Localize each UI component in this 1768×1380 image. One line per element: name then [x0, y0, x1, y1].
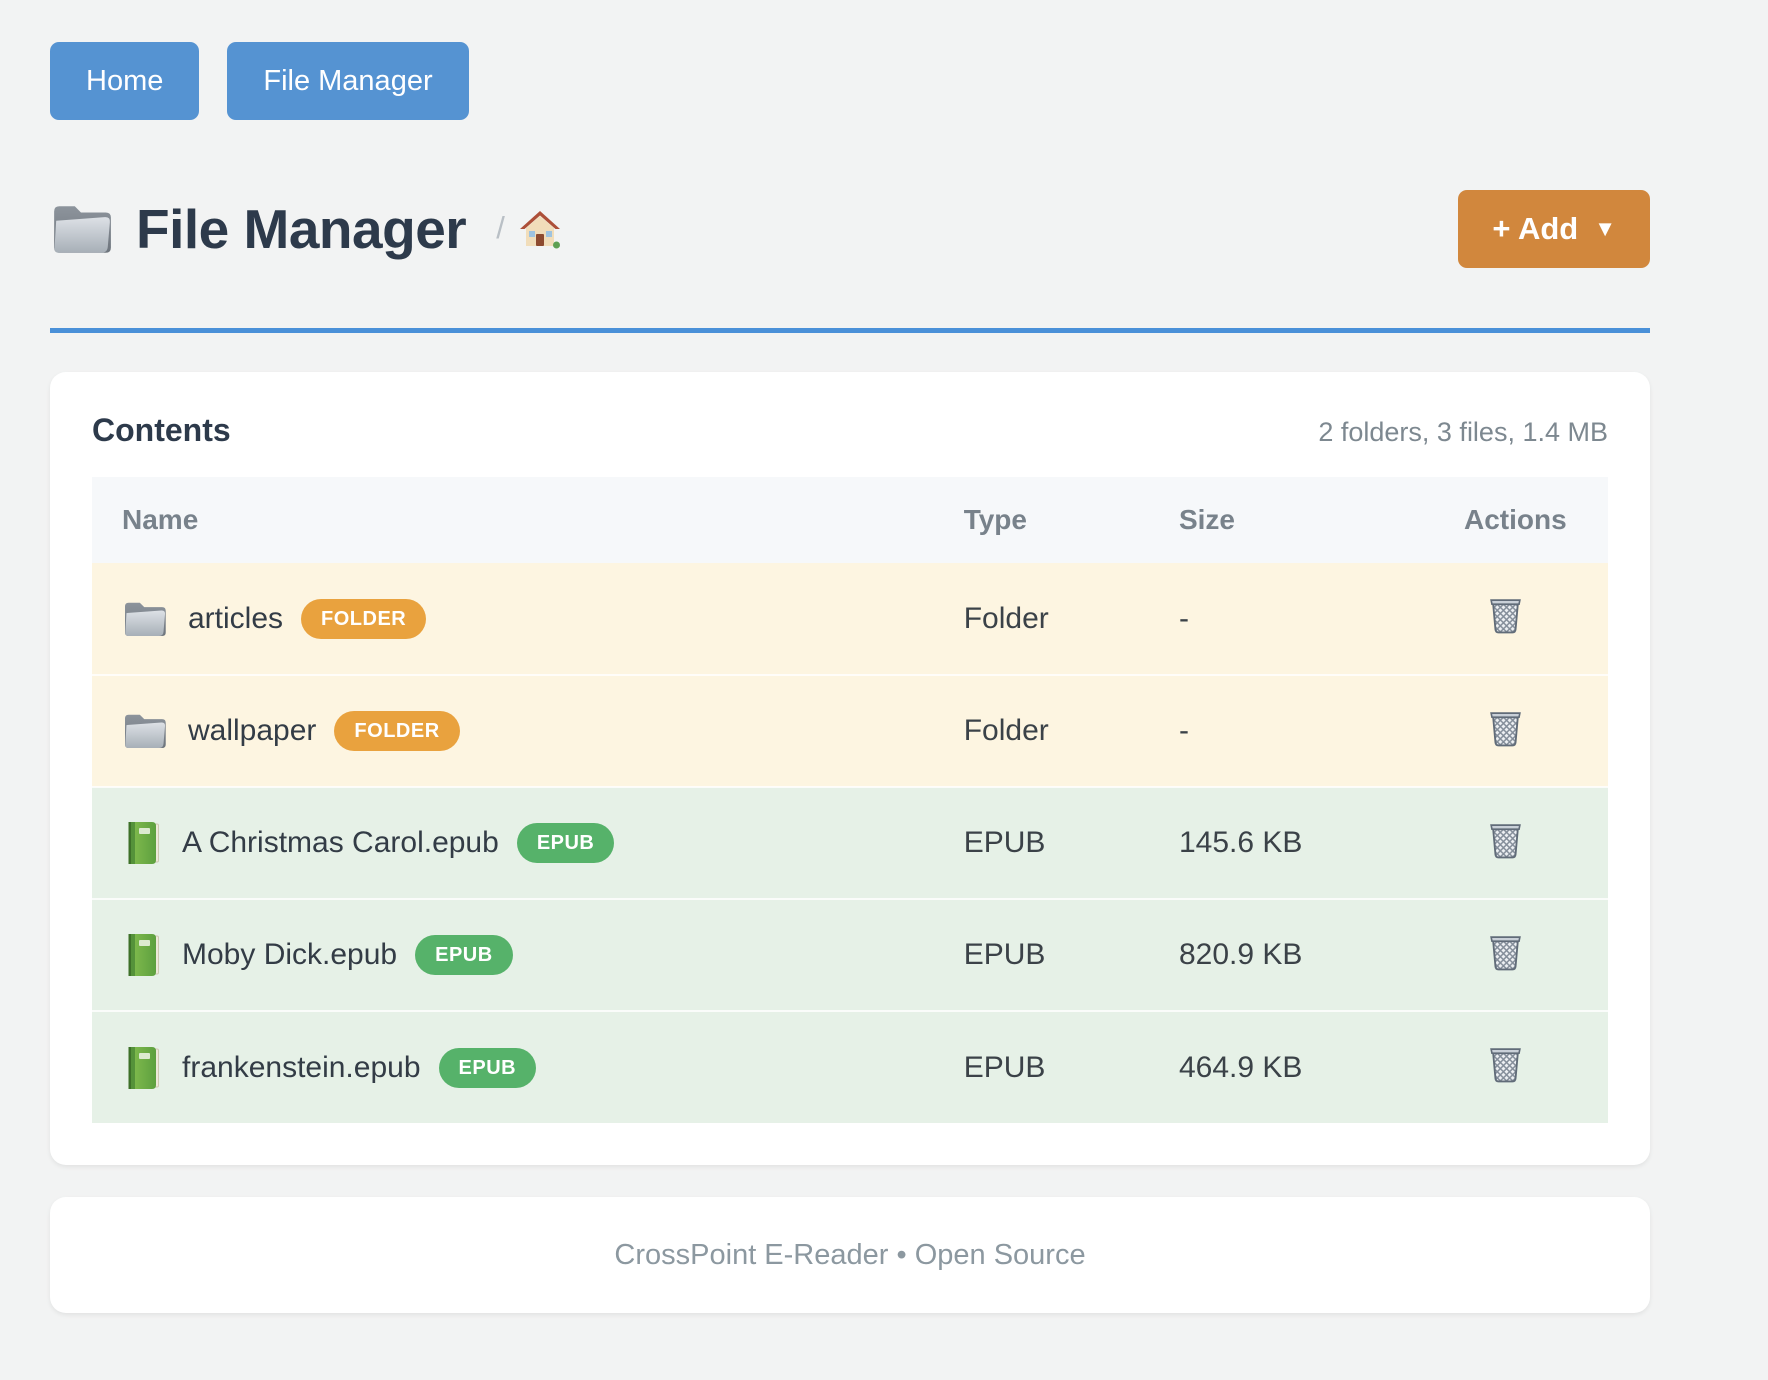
size-cell: 820.9 KB: [1179, 899, 1464, 1011]
type-cell: EPUB: [964, 899, 1179, 1011]
type-badge: EPUB: [415, 935, 513, 975]
type-badge: FOLDER: [301, 599, 426, 639]
table-row: frankenstein.epub EPUB EPUB 464.9 KB: [92, 1011, 1608, 1123]
column-header-name: Name: [92, 477, 964, 563]
card-head: Contents 2 folders, 3 files, 1.4 MB: [92, 412, 1608, 449]
type-badge: EPUB: [517, 823, 615, 863]
page-header: File Manager / + Add ▼: [50, 190, 1650, 268]
breadcrumb-home-link[interactable]: [519, 209, 561, 249]
wastebasket-icon: [1488, 932, 1523, 971]
column-header-size: Size: [1179, 477, 1464, 563]
table-row: wallpaper FOLDER Folder -: [92, 675, 1608, 787]
wastebasket-icon: [1488, 820, 1523, 859]
files-table: Name Type Size Actions articles FOLDER: [92, 477, 1608, 1123]
green-book-icon: [122, 1045, 162, 1091]
actions-cell: [1464, 675, 1608, 787]
size-cell: 464.9 KB: [1179, 1011, 1464, 1123]
folder-icon: [122, 711, 168, 751]
column-header-type: Type: [964, 477, 1179, 563]
delete-button[interactable]: [1464, 708, 1523, 747]
table-row: A Christmas Carol.epub EPUB EPUB 145.6 K…: [92, 787, 1608, 899]
footer: CrossPoint E-Reader • Open Source: [50, 1197, 1650, 1313]
type-cell: EPUB: [964, 787, 1179, 899]
file-name-link[interactable]: Moby Dick.epub: [182, 938, 397, 972]
type-cell: EPUB: [964, 1011, 1179, 1123]
header-rule: [50, 328, 1650, 333]
delete-button[interactable]: [1464, 1044, 1523, 1083]
type-badge: EPUB: [439, 1048, 537, 1088]
green-book-icon: [122, 932, 162, 978]
page-container: Home File Manager File Manager /: [50, 0, 1650, 1313]
delete-button[interactable]: [1464, 595, 1523, 634]
name-cell: A Christmas Carol.epub EPUB: [92, 787, 964, 899]
actions-cell: [1464, 563, 1608, 675]
file-name-link[interactable]: articles: [188, 602, 283, 636]
add-button[interactable]: + Add ▼: [1458, 190, 1650, 268]
actions-cell: [1464, 787, 1608, 899]
table-row: articles FOLDER Folder -: [92, 563, 1608, 675]
wastebasket-icon: [1488, 1044, 1523, 1083]
caret-down-icon: ▼: [1594, 218, 1616, 240]
size-cell: -: [1179, 675, 1464, 787]
actions-cell: [1464, 1011, 1608, 1123]
table-header-row: Name Type Size Actions: [92, 477, 1608, 563]
folder-icon: [50, 201, 114, 257]
wastebasket-icon: [1488, 708, 1523, 747]
file-name-link[interactable]: wallpaper: [188, 714, 316, 748]
type-badge: FOLDER: [334, 711, 459, 751]
size-cell: 145.6 KB: [1179, 787, 1464, 899]
delete-button[interactable]: [1464, 932, 1523, 971]
nav-file-manager-button[interactable]: File Manager: [227, 42, 468, 120]
contents-heading: Contents: [92, 412, 231, 449]
type-cell: Folder: [964, 675, 1179, 787]
breadcrumb-separator: /: [496, 212, 505, 249]
file-name-link[interactable]: A Christmas Carol.epub: [182, 826, 499, 860]
contents-summary: 2 folders, 3 files, 1.4 MB: [1318, 417, 1608, 448]
name-cell: frankenstein.epub EPUB: [92, 1011, 964, 1123]
size-cell: -: [1179, 563, 1464, 675]
file-name-link[interactable]: frankenstein.epub: [182, 1051, 421, 1085]
folder-icon: [122, 599, 168, 639]
name-cell: Moby Dick.epub EPUB: [92, 899, 964, 1011]
green-book-icon: [122, 820, 162, 866]
name-cell: wallpaper FOLDER: [92, 675, 964, 787]
table-row: Moby Dick.epub EPUB EPUB 820.9 KB: [92, 899, 1608, 1011]
contents-card: Contents 2 folders, 3 files, 1.4 MB Name…: [50, 372, 1650, 1165]
top-nav: Home File Manager: [50, 0, 1650, 120]
name-cell: articles FOLDER: [92, 563, 964, 675]
house-icon: [519, 209, 561, 249]
type-cell: Folder: [964, 563, 1179, 675]
delete-button[interactable]: [1464, 820, 1523, 859]
add-button-label: + Add: [1492, 211, 1578, 247]
breadcrumb: /: [496, 209, 561, 249]
footer-text: CrossPoint E-Reader • Open Source: [614, 1239, 1085, 1272]
actions-cell: [1464, 899, 1608, 1011]
column-header-actions: Actions: [1464, 477, 1608, 563]
wastebasket-icon: [1488, 595, 1523, 634]
nav-home-button[interactable]: Home: [50, 42, 199, 120]
page-title: File Manager: [136, 202, 466, 257]
